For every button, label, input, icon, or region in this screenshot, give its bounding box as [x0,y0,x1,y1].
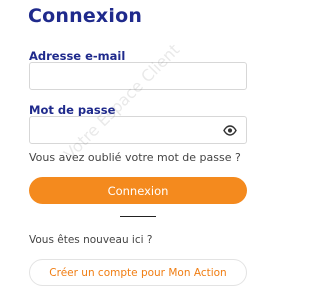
email-field[interactable] [30,63,246,89]
email-field-wrapper [29,62,247,90]
new-user-prompt: Vous êtes nouveau ici ? [29,234,153,246]
email-label: Adresse e-mail [29,49,126,63]
password-label: Mot de passe [29,103,116,117]
password-field[interactable] [30,117,246,143]
divider [120,216,156,217]
forgot-password-link[interactable]: Vous avez oublié votre mot de passe ? [29,151,241,164]
eye-icon[interactable] [223,125,237,136]
create-account-button[interactable]: Créer un compte pour Mon Action [29,259,247,286]
password-field-wrapper [29,116,247,144]
login-button[interactable]: Connexion [29,177,247,204]
page-title: Connexion [28,5,143,27]
